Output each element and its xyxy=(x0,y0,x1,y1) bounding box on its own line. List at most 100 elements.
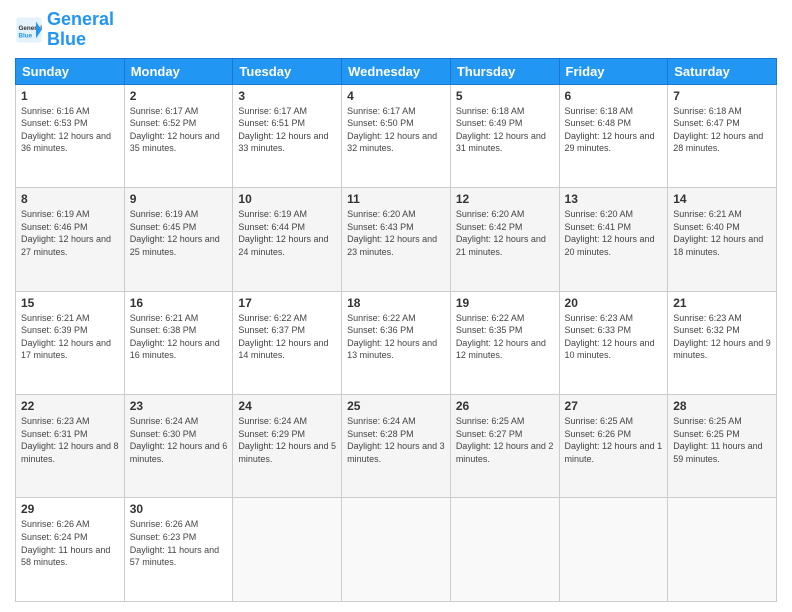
calendar-cell: 20 Sunrise: 6:23 AM Sunset: 6:33 PM Dayl… xyxy=(559,291,668,394)
day-info: Sunrise: 6:18 AM Sunset: 6:48 PM Dayligh… xyxy=(565,105,663,155)
weekday-header-tuesday: Tuesday xyxy=(233,58,342,84)
calendar-cell: 9 Sunrise: 6:19 AM Sunset: 6:45 PM Dayli… xyxy=(124,188,233,291)
day-info: Sunrise: 6:19 AM Sunset: 6:45 PM Dayligh… xyxy=(130,208,228,258)
day-info: Sunrise: 6:20 AM Sunset: 6:43 PM Dayligh… xyxy=(347,208,445,258)
day-number: 30 xyxy=(130,502,228,516)
weekday-header-friday: Friday xyxy=(559,58,668,84)
day-number: 14 xyxy=(673,192,771,206)
day-info: Sunrise: 6:24 AM Sunset: 6:30 PM Dayligh… xyxy=(130,415,228,465)
calendar-cell: 10 Sunrise: 6:19 AM Sunset: 6:44 PM Dayl… xyxy=(233,188,342,291)
day-info: Sunrise: 6:18 AM Sunset: 6:49 PM Dayligh… xyxy=(456,105,554,155)
day-number: 5 xyxy=(456,89,554,103)
day-number: 8 xyxy=(21,192,119,206)
calendar-cell: 24 Sunrise: 6:24 AM Sunset: 6:29 PM Dayl… xyxy=(233,395,342,498)
day-info: Sunrise: 6:25 AM Sunset: 6:25 PM Dayligh… xyxy=(673,415,771,465)
calendar-cell: 22 Sunrise: 6:23 AM Sunset: 6:31 PM Dayl… xyxy=(16,395,125,498)
calendar-table: SundayMondayTuesdayWednesdayThursdayFrid… xyxy=(15,58,777,602)
day-info: Sunrise: 6:22 AM Sunset: 6:35 PM Dayligh… xyxy=(456,312,554,362)
calendar-cell: 18 Sunrise: 6:22 AM Sunset: 6:36 PM Dayl… xyxy=(342,291,451,394)
calendar-cell xyxy=(450,498,559,602)
day-number: 29 xyxy=(21,502,119,516)
svg-text:Blue: Blue xyxy=(19,32,33,39)
day-number: 13 xyxy=(565,192,663,206)
logo-icon: General Blue xyxy=(15,16,43,44)
day-info: Sunrise: 6:25 AM Sunset: 6:27 PM Dayligh… xyxy=(456,415,554,465)
calendar-cell: 7 Sunrise: 6:18 AM Sunset: 6:47 PM Dayli… xyxy=(668,84,777,187)
day-number: 10 xyxy=(238,192,336,206)
calendar-cell: 15 Sunrise: 6:21 AM Sunset: 6:39 PM Dayl… xyxy=(16,291,125,394)
calendar-cell: 1 Sunrise: 6:16 AM Sunset: 6:53 PM Dayli… xyxy=(16,84,125,187)
day-info: Sunrise: 6:22 AM Sunset: 6:36 PM Dayligh… xyxy=(347,312,445,362)
day-number: 22 xyxy=(21,399,119,413)
week-row-5: 29 Sunrise: 6:26 AM Sunset: 6:24 PM Dayl… xyxy=(16,498,777,602)
day-info: Sunrise: 6:23 AM Sunset: 6:33 PM Dayligh… xyxy=(565,312,663,362)
day-number: 9 xyxy=(130,192,228,206)
day-info: Sunrise: 6:20 AM Sunset: 6:41 PM Dayligh… xyxy=(565,208,663,258)
calendar-cell: 8 Sunrise: 6:19 AM Sunset: 6:46 PM Dayli… xyxy=(16,188,125,291)
day-number: 27 xyxy=(565,399,663,413)
day-number: 2 xyxy=(130,89,228,103)
calendar-cell xyxy=(559,498,668,602)
logo-text: GeneralBlue xyxy=(47,10,114,50)
day-number: 3 xyxy=(238,89,336,103)
weekday-header-monday: Monday xyxy=(124,58,233,84)
calendar-cell: 12 Sunrise: 6:20 AM Sunset: 6:42 PM Dayl… xyxy=(450,188,559,291)
day-number: 21 xyxy=(673,296,771,310)
calendar-cell: 17 Sunrise: 6:22 AM Sunset: 6:37 PM Dayl… xyxy=(233,291,342,394)
day-info: Sunrise: 6:25 AM Sunset: 6:26 PM Dayligh… xyxy=(565,415,663,465)
weekday-header-thursday: Thursday xyxy=(450,58,559,84)
calendar-cell: 23 Sunrise: 6:24 AM Sunset: 6:30 PM Dayl… xyxy=(124,395,233,498)
day-info: Sunrise: 6:21 AM Sunset: 6:38 PM Dayligh… xyxy=(130,312,228,362)
calendar-cell: 5 Sunrise: 6:18 AM Sunset: 6:49 PM Dayli… xyxy=(450,84,559,187)
day-number: 24 xyxy=(238,399,336,413)
calendar-cell: 26 Sunrise: 6:25 AM Sunset: 6:27 PM Dayl… xyxy=(450,395,559,498)
day-number: 11 xyxy=(347,192,445,206)
calendar-cell: 16 Sunrise: 6:21 AM Sunset: 6:38 PM Dayl… xyxy=(124,291,233,394)
calendar-cell: 28 Sunrise: 6:25 AM Sunset: 6:25 PM Dayl… xyxy=(668,395,777,498)
week-row-2: 8 Sunrise: 6:19 AM Sunset: 6:46 PM Dayli… xyxy=(16,188,777,291)
day-info: Sunrise: 6:24 AM Sunset: 6:29 PM Dayligh… xyxy=(238,415,336,465)
page: General Blue GeneralBlue SundayMondayTue… xyxy=(0,0,792,612)
weekday-header-sunday: Sunday xyxy=(16,58,125,84)
day-number: 18 xyxy=(347,296,445,310)
weekday-header-row: SundayMondayTuesdayWednesdayThursdayFrid… xyxy=(16,58,777,84)
day-number: 15 xyxy=(21,296,119,310)
day-number: 6 xyxy=(565,89,663,103)
day-info: Sunrise: 6:26 AM Sunset: 6:24 PM Dayligh… xyxy=(21,518,119,568)
day-info: Sunrise: 6:23 AM Sunset: 6:31 PM Dayligh… xyxy=(21,415,119,465)
day-info: Sunrise: 6:23 AM Sunset: 6:32 PM Dayligh… xyxy=(673,312,771,362)
day-info: Sunrise: 6:17 AM Sunset: 6:50 PM Dayligh… xyxy=(347,105,445,155)
calendar-cell: 19 Sunrise: 6:22 AM Sunset: 6:35 PM Dayl… xyxy=(450,291,559,394)
calendar-cell xyxy=(342,498,451,602)
calendar-cell: 11 Sunrise: 6:20 AM Sunset: 6:43 PM Dayl… xyxy=(342,188,451,291)
calendar-cell: 4 Sunrise: 6:17 AM Sunset: 6:50 PM Dayli… xyxy=(342,84,451,187)
week-row-4: 22 Sunrise: 6:23 AM Sunset: 6:31 PM Dayl… xyxy=(16,395,777,498)
calendar-cell: 14 Sunrise: 6:21 AM Sunset: 6:40 PM Dayl… xyxy=(668,188,777,291)
calendar-cell xyxy=(668,498,777,602)
day-info: Sunrise: 6:16 AM Sunset: 6:53 PM Dayligh… xyxy=(21,105,119,155)
day-number: 7 xyxy=(673,89,771,103)
day-number: 25 xyxy=(347,399,445,413)
day-info: Sunrise: 6:17 AM Sunset: 6:52 PM Dayligh… xyxy=(130,105,228,155)
calendar-cell: 6 Sunrise: 6:18 AM Sunset: 6:48 PM Dayli… xyxy=(559,84,668,187)
day-number: 20 xyxy=(565,296,663,310)
calendar-cell: 30 Sunrise: 6:26 AM Sunset: 6:23 PM Dayl… xyxy=(124,498,233,602)
logo: General Blue GeneralBlue xyxy=(15,10,114,50)
day-number: 19 xyxy=(456,296,554,310)
day-number: 23 xyxy=(130,399,228,413)
header: General Blue GeneralBlue xyxy=(15,10,777,50)
day-number: 26 xyxy=(456,399,554,413)
day-number: 1 xyxy=(21,89,119,103)
weekday-header-saturday: Saturday xyxy=(668,58,777,84)
day-info: Sunrise: 6:22 AM Sunset: 6:37 PM Dayligh… xyxy=(238,312,336,362)
day-info: Sunrise: 6:26 AM Sunset: 6:23 PM Dayligh… xyxy=(130,518,228,568)
day-number: 16 xyxy=(130,296,228,310)
calendar-cell: 29 Sunrise: 6:26 AM Sunset: 6:24 PM Dayl… xyxy=(16,498,125,602)
day-info: Sunrise: 6:19 AM Sunset: 6:46 PM Dayligh… xyxy=(21,208,119,258)
day-info: Sunrise: 6:21 AM Sunset: 6:40 PM Dayligh… xyxy=(673,208,771,258)
day-number: 4 xyxy=(347,89,445,103)
day-info: Sunrise: 6:24 AM Sunset: 6:28 PM Dayligh… xyxy=(347,415,445,465)
day-info: Sunrise: 6:21 AM Sunset: 6:39 PM Dayligh… xyxy=(21,312,119,362)
weekday-header-wednesday: Wednesday xyxy=(342,58,451,84)
calendar-cell xyxy=(233,498,342,602)
